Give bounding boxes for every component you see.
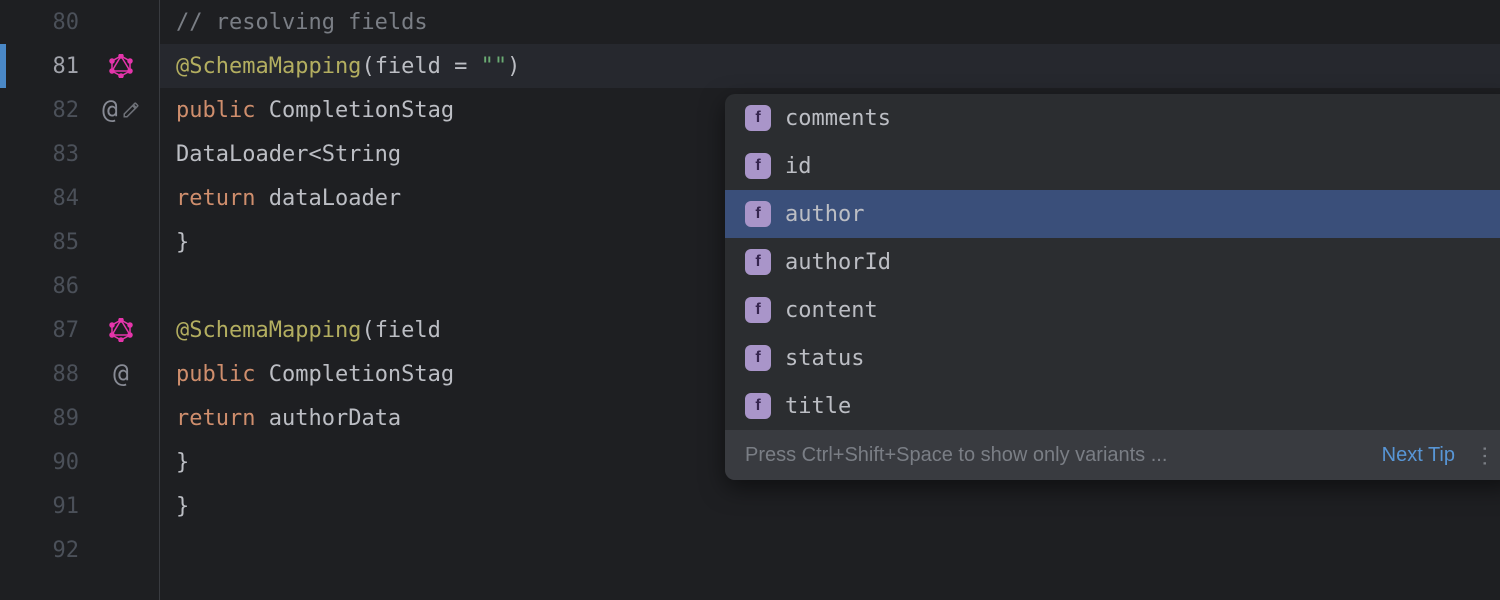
completion-footer: Press Ctrl+Shift+Space to show only vari… (725, 430, 1500, 480)
gutter-row: 92 (0, 528, 159, 572)
line-number: 84 (39, 186, 79, 211)
annotation: @SchemaMapping (176, 54, 361, 79)
line-number: 92 (39, 538, 79, 563)
gutter-row: 80 (0, 0, 159, 44)
completion-item-status[interactable]: f status (725, 334, 1500, 382)
line-number: 86 (39, 274, 79, 299)
gutter-row: 90 (0, 440, 159, 484)
line-number: 85 (39, 230, 79, 255)
code-line[interactable]: // resolving fields (160, 0, 1500, 44)
code-line[interactable] (160, 528, 1500, 572)
field-icon: f (745, 393, 771, 419)
completion-label: id (785, 154, 812, 179)
field-icon: f (745, 249, 771, 275)
gutter-row: 82 @ (0, 88, 159, 132)
gutter-row: 89 (0, 396, 159, 440)
gutter: 80 81 82 @ (0, 0, 160, 600)
completion-label: author (785, 202, 864, 227)
gutter-row: 91 (0, 484, 159, 528)
gutter-icon-area (91, 318, 151, 342)
completion-label: authorId (785, 250, 891, 275)
field-icon: f (745, 153, 771, 179)
completion-item-comments[interactable]: f comments (725, 94, 1500, 142)
completion-item-id[interactable]: f id (725, 142, 1500, 190)
line-number: 80 (39, 10, 79, 35)
code-line-active[interactable]: @SchemaMapping(field = "") (160, 44, 1500, 88)
field-icon: f (745, 345, 771, 371)
active-line-marker (0, 44, 6, 88)
gutter-row: 87 (0, 308, 159, 352)
at-icon[interactable]: @ (102, 95, 118, 125)
code-line[interactable]: } (160, 484, 1500, 528)
graphql-icon[interactable] (109, 318, 133, 342)
comment: // resolving fields (176, 10, 428, 35)
field-icon: f (745, 297, 771, 323)
completion-item-author[interactable]: f author (725, 190, 1500, 238)
line-number: 82 (39, 98, 79, 123)
string-literal: "" (481, 54, 508, 79)
completion-label: content (785, 298, 878, 323)
line-number: 89 (39, 406, 79, 431)
gutter-row: 84 (0, 176, 159, 220)
gutter-row: 86 (0, 264, 159, 308)
completion-item-content[interactable]: f content (725, 286, 1500, 334)
line-number: 91 (39, 494, 79, 519)
at-icon[interactable]: @ (113, 359, 129, 389)
line-number: 83 (39, 142, 79, 167)
completion-label: status (785, 346, 864, 371)
line-number: 88 (39, 362, 79, 387)
field-icon: f (745, 105, 771, 131)
gutter-row: 88 @ (0, 352, 159, 396)
line-number: 81 (39, 54, 79, 79)
gutter-icon-area (91, 54, 151, 78)
completion-label: comments (785, 106, 891, 131)
pencil-icon[interactable] (122, 101, 140, 119)
code-editor: 80 81 82 @ (0, 0, 1500, 600)
next-tip-link[interactable]: Next Tip (1382, 444, 1455, 467)
gutter-row: 85 (0, 220, 159, 264)
gutter-row: 83 (0, 132, 159, 176)
field-icon: f (745, 201, 771, 227)
gutter-icon-area: @ (91, 359, 151, 389)
line-number: 87 (39, 318, 79, 343)
gutter-row: 81 (0, 44, 159, 88)
gutter-icon-area: @ (91, 95, 151, 125)
line-number: 90 (39, 450, 79, 475)
graphql-icon[interactable] (109, 54, 133, 78)
footer-hint: Press Ctrl+Shift+Space to show only vari… (745, 444, 1382, 467)
completion-label: title (785, 394, 851, 419)
completion-item-title[interactable]: f title (725, 382, 1500, 430)
code-area[interactable]: // resolving fields @SchemaMapping(field… (160, 0, 1500, 600)
kebab-menu-icon[interactable]: ⋯ (1472, 445, 1498, 465)
completion-popup: f comments f id f author f authorId f co… (725, 94, 1500, 480)
completion-item-authorid[interactable]: f authorId (725, 238, 1500, 286)
